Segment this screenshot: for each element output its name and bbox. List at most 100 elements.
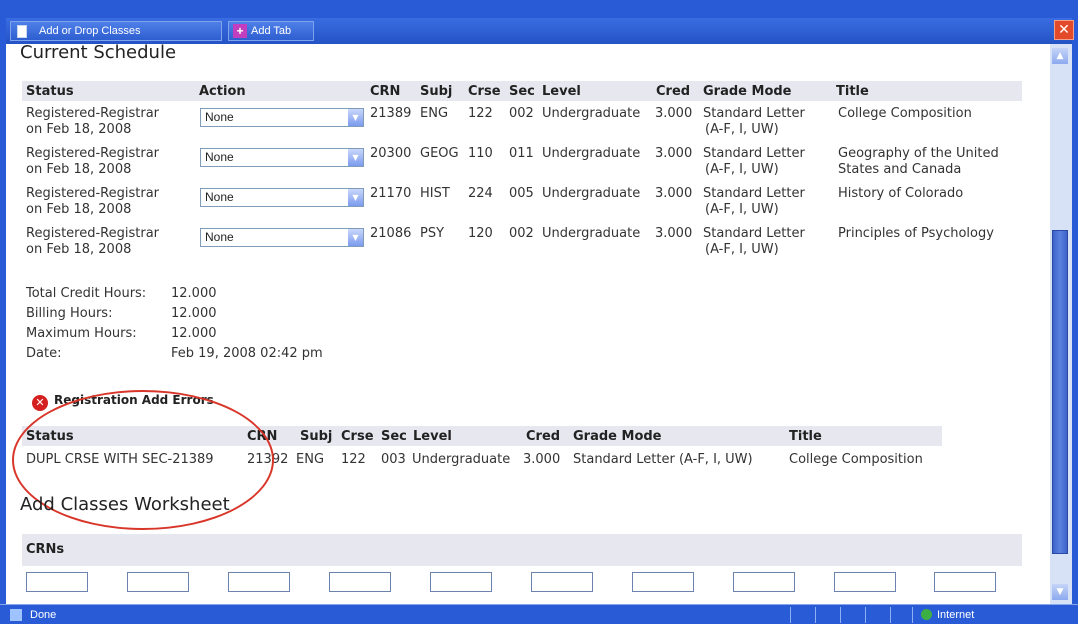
page-title: Current Schedule [20, 44, 177, 63]
row-sec: 002 [509, 106, 534, 121]
row-level: Undergraduate [542, 146, 641, 161]
error-icon: ✕ [32, 395, 48, 411]
row-crse: 122 [468, 106, 493, 121]
security-zone: Internet [937, 609, 975, 621]
error-header-subj: Subj [300, 429, 333, 444]
row-sec: 005 [509, 186, 534, 201]
header-cred: Cred [656, 84, 691, 99]
row-sec: 011 [509, 146, 534, 161]
error-cred: 3.000 [523, 452, 561, 467]
chevron-down-icon[interactable]: ▼ [348, 149, 363, 166]
header-grade-mode: Grade Mode [703, 84, 792, 99]
status-text: Done [30, 609, 57, 621]
row-status: Registered-Registrar [26, 106, 160, 121]
row-crse: 224 [468, 186, 493, 201]
row-subj: ENG [420, 106, 449, 121]
row-subj: HIST [420, 186, 450, 201]
row-title: History of Colorado [838, 186, 964, 201]
row-crn: 21389 [370, 106, 412, 121]
error-sec: 003 [381, 452, 406, 467]
crn-input[interactable] [632, 572, 694, 592]
row-sec: 002 [509, 226, 534, 241]
tab-label: Add or Drop Classes [39, 25, 141, 37]
row-status-date: on Feb 18, 2008 [26, 122, 132, 137]
chevron-down-icon[interactable]: ▼ [348, 229, 363, 246]
tab-add-or-drop-classes[interactable]: Add or Drop Classes [10, 21, 222, 41]
scrollbar-thumb[interactable] [1052, 230, 1068, 554]
action-select[interactable]: None ▼ [200, 188, 364, 207]
header-subj: Subj [420, 84, 453, 99]
close-icon[interactable]: ✕ [1054, 20, 1074, 40]
row-grade-mode: Standard Letter [703, 106, 805, 121]
row-status: Registered-Registrar [26, 186, 160, 201]
error-header-level: Level [413, 429, 452, 444]
action-select-value: None [205, 190, 234, 204]
status-divider [865, 607, 866, 623]
row-grade-mode-detail: (A-F, I, UW) [705, 202, 779, 217]
date-label: Date: [26, 346, 62, 361]
scroll-up-icon[interactable]: ▲ [1052, 48, 1068, 64]
row-grade-mode: Standard Letter [703, 146, 805, 161]
crn-input[interactable] [531, 572, 593, 592]
header-title: Title [836, 84, 869, 99]
crn-input[interactable] [329, 572, 391, 592]
row-subj: PSY [420, 226, 445, 241]
chevron-down-icon[interactable]: ▼ [348, 189, 363, 206]
header-crn: CRN [370, 84, 401, 99]
status-divider [890, 607, 891, 623]
billing-hours-value: 12.000 [171, 306, 217, 321]
chevron-down-icon[interactable]: ▼ [348, 109, 363, 126]
error-crse: 122 [341, 452, 366, 467]
header-crse: Crse [468, 84, 501, 99]
worksheet-title: Add Classes Worksheet [20, 494, 230, 515]
row-grade-mode-detail: (A-F, I, UW) [705, 122, 779, 137]
crn-input[interactable] [26, 572, 88, 592]
row-crse: 110 [468, 146, 493, 161]
row-status-date: on Feb 18, 2008 [26, 242, 132, 257]
header-status: Status [26, 84, 74, 99]
row-subj: GEOG [420, 146, 459, 161]
plus-icon: + [233, 24, 247, 38]
status-divider [815, 607, 816, 623]
action-select[interactable]: None ▼ [200, 108, 364, 127]
crn-input[interactable] [228, 572, 290, 592]
row-cred: 3.000 [655, 106, 693, 121]
header-level: Level [542, 84, 581, 99]
row-status: Registered-Registrar [26, 146, 160, 161]
status-divider [790, 607, 791, 623]
crn-input[interactable] [430, 572, 492, 592]
header-sec: Sec [509, 84, 535, 99]
error-header-crse: Crse [341, 429, 374, 444]
error-level: Undergraduate [412, 452, 511, 467]
page-icon [10, 609, 22, 621]
crn-input[interactable] [733, 572, 795, 592]
action-select[interactable]: None ▼ [200, 228, 364, 247]
error-grade-mode: Standard Letter (A-F, I, UW) [573, 452, 753, 467]
error-title: College Composition [789, 452, 923, 467]
add-tab-button[interactable]: + Add Tab [228, 21, 314, 41]
crn-header-row [22, 534, 1022, 566]
crn-input[interactable] [834, 572, 896, 592]
total-credit-hours-value: 12.000 [171, 286, 217, 301]
total-credit-hours-label: Total Credit Hours: [26, 286, 147, 301]
row-title: Principles of Psychology [838, 226, 994, 241]
row-grade-mode: Standard Letter [703, 226, 805, 241]
row-status: Registered-Registrar [26, 226, 160, 241]
row-cred: 3.000 [655, 186, 693, 201]
scroll-down-icon[interactable]: ▼ [1052, 584, 1068, 600]
window-frame-right [1072, 0, 1078, 624]
header-action: Action [199, 84, 246, 99]
error-header-title: Title [789, 429, 822, 444]
row-grade-mode-detail: (A-F, I, UW) [705, 162, 779, 177]
row-level: Undergraduate [542, 226, 641, 241]
document-icon [17, 24, 27, 38]
crn-input[interactable] [127, 572, 189, 592]
maximum-hours-label: Maximum Hours: [26, 326, 137, 341]
row-level: Undergraduate [542, 186, 641, 201]
action-select[interactable]: None ▼ [200, 148, 364, 167]
action-select-value: None [205, 150, 234, 164]
crn-input[interactable] [934, 572, 996, 592]
crns-label: CRNs [26, 542, 65, 557]
row-crn: 21086 [370, 226, 412, 241]
globe-icon [921, 609, 932, 620]
